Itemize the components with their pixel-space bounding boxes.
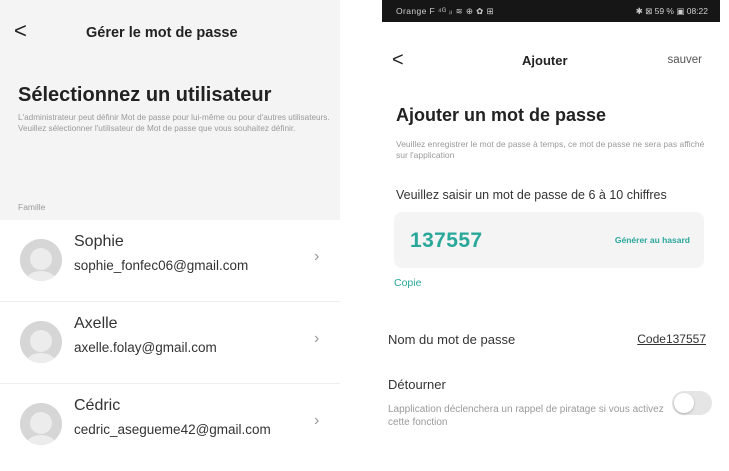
toggle-knob: [674, 393, 694, 413]
password-value[interactable]: 137557: [410, 229, 482, 253]
chevron-right-icon: ›: [314, 248, 320, 265]
back-chevron-icon[interactable]: <: [392, 50, 404, 70]
divert-description: Lapplication déclenchera un rappel de pi…: [388, 404, 664, 428]
copy-button[interactable]: Copie: [394, 277, 421, 289]
password-name-label: Nom du mot de passe: [388, 332, 516, 347]
user-name: Sophie: [74, 233, 124, 250]
select-user-heading: Sélectionnez un utilisateur: [18, 84, 272, 106]
chevron-right-icon: ›: [314, 330, 320, 347]
user-email: sophie_fonfec06@gmail.com: [74, 258, 249, 273]
status-bar-indicators: ✱ ⊠ 59 % ▣ 08:22: [635, 6, 708, 16]
password-prompt: Veuillez saisir un mot de passe de 6 à 1…: [396, 188, 667, 202]
password-name-field[interactable]: Code137557: [637, 332, 706, 346]
user-row-axelle[interactable]: Axelle axelle.folay@gmail.com ›: [0, 302, 340, 384]
status-bar-carrier: Orange F ⁴ᴳ ᵢₗ ≋ ⊕ ✿ ⊞: [396, 6, 494, 16]
user-list: Sophie sophie_fonfec06@gmail.com › Axell…: [0, 220, 340, 471]
password-field[interactable]: 137557 Générer au hasard: [394, 212, 704, 268]
add-password-screen: Orange F ⁴ᴳ ᵢₗ ≋ ⊕ ✿ ⊞ ✱ ⊠ 59 % ▣ 08:22 …: [382, 0, 720, 471]
select-user-description: L'administrateur peut définir Mot de pas…: [18, 113, 330, 133]
user-email: axelle.folay@gmail.com: [74, 340, 217, 355]
avatar: [20, 403, 62, 445]
user-email: cedric_asegueme42@gmail.com: [74, 422, 271, 437]
user-row-sophie[interactable]: Sophie sophie_fonfec06@gmail.com ›: [0, 220, 340, 302]
avatar: [20, 239, 62, 281]
save-button[interactable]: sauver: [667, 54, 702, 66]
chevron-right-icon: ›: [314, 412, 320, 429]
add-password-heading: Ajouter un mot de passe: [396, 105, 607, 125]
status-bar: Orange F ⁴ᴳ ᵢₗ ≋ ⊕ ✿ ⊞ ✱ ⊠ 59 % ▣ 08:22: [382, 0, 720, 22]
divert-label: Détourner: [388, 377, 446, 392]
user-name: Axelle: [74, 315, 118, 332]
generate-random-button[interactable]: Générer au hasard: [615, 235, 690, 245]
manage-password-screen: < Gérer le mot de passe Sélectionnez un …: [0, 0, 340, 471]
add-password-description: Veuillez enregistrer le mot de passe à t…: [396, 139, 705, 160]
avatar: [20, 321, 62, 363]
divert-toggle[interactable]: [672, 391, 712, 415]
user-row-cedric[interactable]: Cédric cedric_asegueme42@gmail.com ›: [0, 384, 340, 471]
user-name: Cédric: [74, 397, 121, 414]
page-title: Ajouter: [522, 53, 568, 68]
user-silhouette-icon: [20, 239, 62, 281]
user-silhouette-icon: [20, 321, 62, 363]
family-section-label: Famille: [18, 202, 46, 212]
page-title: Gérer le mot de passe: [86, 25, 238, 41]
top-bar: < Gérer le mot de passe: [0, 0, 340, 60]
back-chevron-icon[interactable]: <: [14, 20, 27, 42]
user-silhouette-icon: [20, 403, 62, 445]
